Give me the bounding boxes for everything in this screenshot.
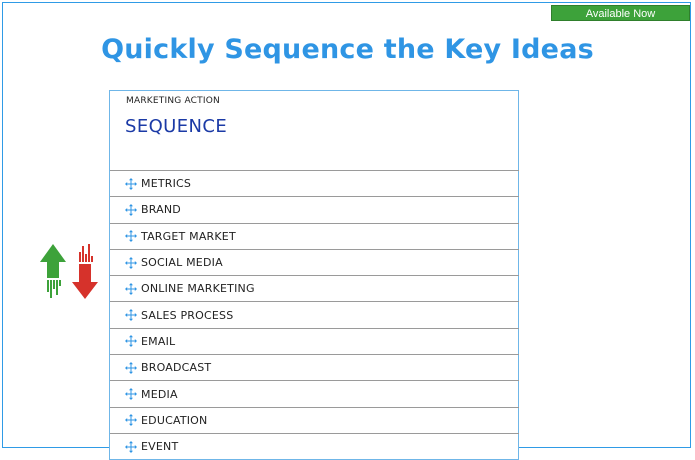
list-item-label: BRAND	[141, 203, 181, 217]
panel-kicker: MARKETING ACTION	[126, 96, 220, 106]
sequence-panel: MARKETING ACTION SEQUENCE METRICS BRAND TA…	[109, 90, 519, 460]
list-item-label: SOCIAL MEDIA	[141, 256, 223, 270]
move-icon[interactable]	[125, 335, 137, 348]
list-item[interactable]: BROADCAST	[110, 354, 519, 380]
list-item-label: EMAIL	[141, 334, 176, 348]
list-item[interactable]: BRAND	[110, 196, 519, 222]
list-item-label: SALES PROCESS	[141, 308, 234, 322]
move-icon[interactable]	[125, 361, 137, 374]
list-item[interactable]: MEDIA	[110, 380, 519, 406]
list-item[interactable]: ONLINE MARKETING	[110, 275, 519, 301]
list-item[interactable]: EMAIL	[110, 327, 519, 354]
move-icon[interactable]	[125, 440, 137, 453]
panel-heading: SEQUENCE	[125, 116, 228, 137]
move-icon[interactable]	[125, 256, 137, 269]
move-icon[interactable]	[125, 230, 137, 243]
list-item[interactable]: TARGET MARKET	[110, 222, 519, 249]
move-icon[interactable]	[125, 203, 137, 216]
sort-arrows-icon	[38, 242, 102, 300]
move-icon[interactable]	[125, 282, 137, 295]
list-item-label: EDUCATION	[141, 413, 208, 427]
list-item[interactable]: SALES PROCESS	[110, 301, 519, 327]
list-item-label: BROADCAST	[141, 361, 212, 375]
available-now-button[interactable]: Available Now	[551, 5, 690, 21]
list-item-label: MEDIA	[141, 387, 178, 401]
sequence-list: METRICS BRAND TARGET MARKET SOCIAL MEDIA ONL…	[110, 170, 519, 459]
move-icon[interactable]	[125, 177, 137, 190]
list-item-label: TARGET MARKET	[141, 229, 236, 243]
list-item[interactable]: SOCIAL MEDIA	[110, 248, 519, 275]
list-item-label: METRICS	[141, 177, 192, 191]
move-icon[interactable]	[125, 388, 137, 401]
list-item-label: EVENT	[141, 440, 179, 454]
move-icon[interactable]	[125, 309, 137, 322]
list-item[interactable]: EDUCATION	[110, 406, 519, 433]
move-icon[interactable]	[125, 414, 137, 427]
list-item[interactable]: METRICS	[110, 170, 519, 196]
list-item[interactable]: EVENT	[110, 432, 519, 459]
list-item-label: ONLINE MARKETING	[141, 282, 255, 296]
page-title: Quickly Sequence the Key Ideas	[101, 34, 594, 65]
